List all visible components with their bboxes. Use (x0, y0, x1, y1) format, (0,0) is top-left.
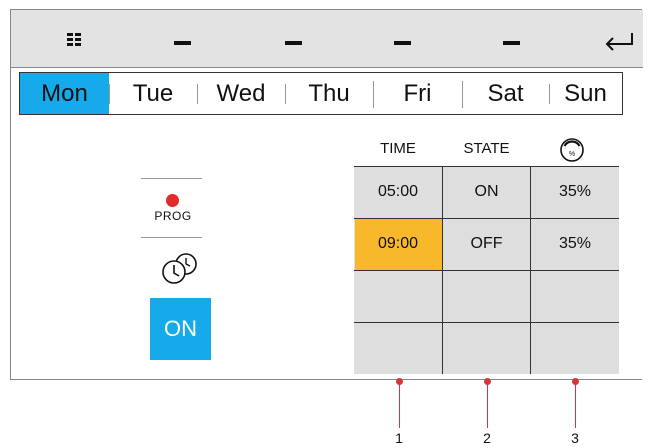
row3-level[interactable] (531, 270, 619, 322)
header-time: TIME (380, 140, 416, 157)
callout-number-3: 3 (571, 430, 579, 446)
dimmer-percent-icon: % (560, 138, 584, 162)
table-divider (442, 166, 443, 374)
day-label: Fri (403, 79, 432, 107)
on-button[interactable]: ON (150, 298, 211, 360)
topbar-slot-3[interactable] (394, 41, 411, 45)
callout-line-2 (487, 382, 488, 428)
row2-level[interactable]: 35% (531, 218, 619, 270)
day-label: Sun (564, 79, 607, 107)
table-rule (354, 270, 619, 271)
topbar-slot-1[interactable] (174, 41, 191, 45)
day-selector: Mon Tue Wed Thu Fri Sat Sun (19, 72, 623, 115)
enter-return-icon[interactable] (603, 30, 635, 54)
callout-dot-3 (572, 378, 579, 385)
day-thu[interactable]: Thu (285, 73, 373, 114)
table-divider (530, 166, 531, 374)
callout-number-1: 1 (395, 430, 403, 446)
callout-dot-2 (484, 378, 491, 385)
prog-indicator-dot (166, 194, 179, 207)
day-label: Mon (41, 79, 88, 107)
divider (141, 178, 202, 179)
row2-state[interactable]: OFF (443, 218, 530, 270)
day-label: Tue (132, 79, 174, 107)
day-wed[interactable]: Wed (197, 73, 285, 114)
row4-level[interactable] (531, 322, 619, 374)
day-tue[interactable]: Tue (109, 73, 197, 114)
prog-label[interactable]: PROG (151, 209, 195, 223)
clock-timer-icon[interactable] (159, 251, 203, 287)
row2-time[interactable]: 09:00 (354, 218, 442, 270)
callout-line-1 (399, 382, 400, 428)
grid-icon[interactable] (67, 33, 81, 47)
header-state: STATE (463, 140, 510, 157)
day-label: Wed (216, 79, 266, 107)
topbar-slot-4[interactable] (503, 41, 520, 45)
callout-number-2: 2 (483, 430, 491, 446)
day-sun[interactable]: Sun (549, 73, 622, 114)
table-rule (354, 166, 619, 167)
table-rule (354, 218, 619, 219)
day-sat[interactable]: Sat (462, 73, 549, 114)
row1-level[interactable]: 35% (531, 166, 619, 218)
row4-state[interactable] (443, 322, 530, 374)
row3-time[interactable] (354, 270, 442, 322)
top-bar (11, 10, 643, 68)
table-rule (354, 322, 619, 323)
day-fri[interactable]: Fri (373, 73, 462, 114)
row1-state[interactable]: ON (443, 166, 530, 218)
row4-time[interactable] (354, 322, 442, 374)
topbar-slot-2[interactable] (285, 41, 302, 45)
day-mon[interactable]: Mon (20, 73, 109, 114)
divider (141, 237, 202, 238)
callout-line-3 (575, 382, 576, 428)
svg-text:%: % (569, 151, 575, 158)
row1-time[interactable]: 05:00 (354, 166, 442, 218)
day-label: Thu (308, 79, 350, 107)
day-label: Sat (487, 79, 524, 107)
callout-dot-1 (396, 378, 403, 385)
row3-state[interactable] (443, 270, 530, 322)
